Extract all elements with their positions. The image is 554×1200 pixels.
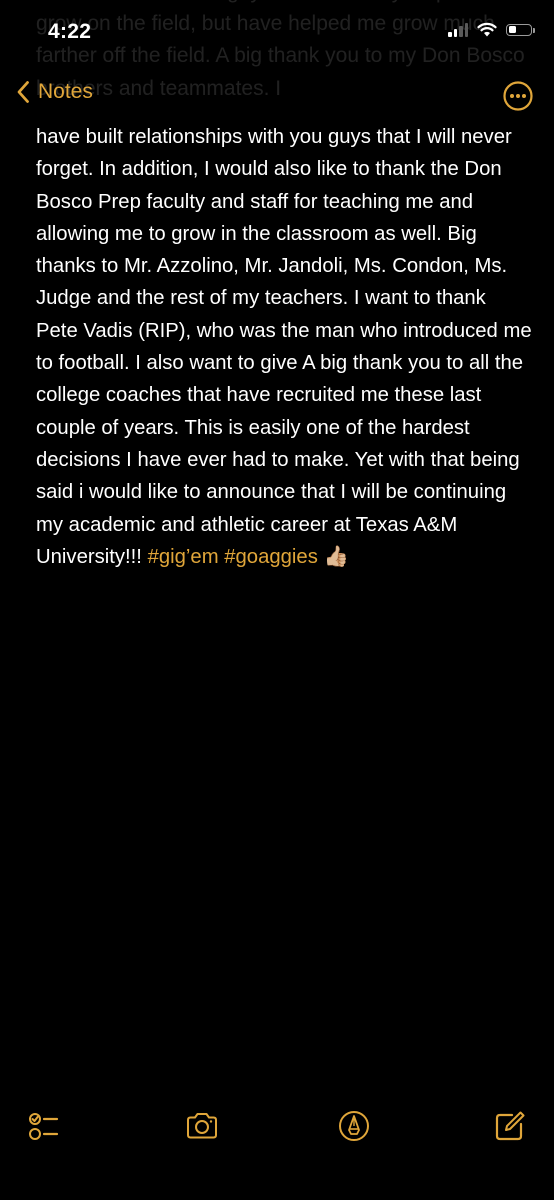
wifi-icon <box>477 22 497 37</box>
back-button[interactable]: Notes <box>16 80 93 104</box>
hashtag-gigem: #gig’em <box>147 545 219 568</box>
more-options-icon[interactable] <box>502 80 534 112</box>
battery-icon <box>506 23 535 36</box>
thumbs-up-emoji: 👍🏼 <box>323 545 349 568</box>
home-indicator <box>207 1185 347 1190</box>
back-button-label: Notes <box>38 80 93 103</box>
cellular-signal-icon <box>448 22 468 37</box>
status-icons <box>448 22 535 37</box>
status-bar: 4:22 <box>0 0 554 64</box>
status-time: 4:22 <box>48 20 92 43</box>
markup-pen-icon[interactable] <box>336 1108 372 1144</box>
hashtag-goaggies: #goaggies <box>224 545 318 568</box>
bottom-toolbar <box>0 1104 554 1148</box>
note-body[interactable]: have built relationships with you guys t… <box>36 121 532 573</box>
note-text: have built relationships with you guys t… <box>36 126 532 568</box>
navigation-bar: Notes <box>0 72 554 118</box>
compose-icon[interactable] <box>492 1108 528 1144</box>
checklist-icon[interactable] <box>26 1108 62 1144</box>
chevron-left-icon <box>17 81 29 103</box>
camera-icon[interactable] <box>184 1108 220 1144</box>
